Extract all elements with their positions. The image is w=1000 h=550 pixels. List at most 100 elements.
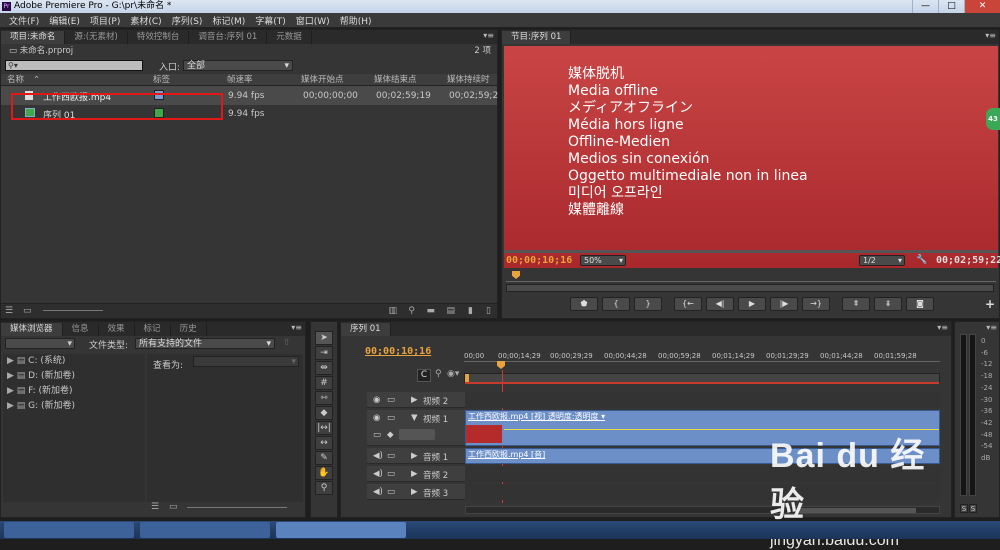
list-item[interactable]: ▶ ▤ C: (系统) — [3, 354, 145, 369]
slip-tool-icon[interactable]: |↔| — [315, 421, 333, 435]
playhead-icon[interactable] — [512, 271, 520, 279]
track-header-video2[interactable]: ◉ ▭ ▶ 视频 2 — [367, 392, 465, 408]
track-header-video1[interactable]: ◉ ▭ ▼ 视频 1 ▭ ◆ — [367, 410, 465, 446]
tab-audio-mixer[interactable]: 调音台:序列 01 — [189, 31, 268, 44]
mark-out-button[interactable]: } — [634, 297, 662, 311]
set-marker-icon[interactable]: ⚲ — [435, 369, 442, 379]
monitor-zoom-bar[interactable] — [506, 284, 994, 292]
tab-sequence[interactable]: 序列 01 — [341, 323, 391, 336]
list-item[interactable]: ▶ ▤ F: (新加卷) — [3, 384, 145, 399]
menu-file[interactable]: 文件(F) — [4, 14, 44, 27]
col-end[interactable]: 媒体结束点 — [374, 74, 417, 86]
col-name[interactable]: 名称 — [7, 74, 24, 86]
extract-button[interactable]: ⇟ — [874, 297, 902, 311]
clear-icon[interactable]: ▮ — [468, 306, 473, 316]
mark-in-button[interactable]: { — [602, 297, 630, 311]
new-bin-icon[interactable]: ▬ — [426, 306, 435, 316]
taskbar-item[interactable] — [276, 522, 406, 538]
zoom-slider[interactable] — [187, 507, 287, 508]
tab-program[interactable]: 节目:序列 01 — [502, 31, 572, 44]
speaker-icon[interactable]: ◀) — [373, 451, 383, 461]
display-style-icon[interactable]: ▭ — [373, 430, 381, 440]
marker-dropdown-icon[interactable]: ◉▾ — [447, 369, 459, 379]
zoom-slider[interactable] — [43, 305, 103, 315]
selection-tool-icon[interactable]: ➤ — [315, 331, 333, 345]
col-fps[interactable]: 帧速率 — [227, 74, 253, 86]
eye-icon[interactable]: ◉ — [373, 395, 380, 405]
taskbar-item[interactable] — [4, 522, 134, 538]
expand-arrow-icon[interactable]: ▶ — [411, 487, 418, 497]
zoom-tool-icon[interactable]: ⚲ — [315, 481, 333, 495]
icon-view-icon[interactable]: ▭ — [169, 502, 178, 512]
rate-stretch-tool-icon[interactable]: ⇿ — [315, 391, 333, 405]
playhead-icon[interactable] — [497, 361, 505, 369]
slide-tool-icon[interactable]: ↔ — [315, 436, 333, 450]
lift-button[interactable]: ⇞ — [842, 297, 870, 311]
tab-effects[interactable]: 效果 — [99, 323, 135, 336]
path-dropdown[interactable]: ▾ — [5, 338, 75, 349]
icon-view-icon[interactable]: ▭ — [23, 306, 32, 316]
ripple-edit-tool-icon[interactable]: ⇹ — [315, 361, 333, 375]
tab-info[interactable]: 信息 — [63, 323, 99, 336]
track-select-tool-icon[interactable]: ⇥ — [315, 346, 333, 360]
expand-arrow-icon[interactable]: ▶ — [7, 371, 17, 381]
menu-help[interactable]: 帮助(H) — [335, 14, 377, 27]
razor-tool-icon[interactable]: ◆ — [315, 406, 333, 420]
list-item[interactable]: ▶ ▤ G: (新加卷) — [3, 399, 145, 414]
collapse-arrow-icon[interactable]: ▼ — [411, 413, 418, 423]
lock-icon[interactable]: ▭ — [387, 487, 395, 497]
tab-media-browser[interactable]: 媒体浏览器 — [1, 323, 63, 336]
new-item-icon[interactable]: ▤ — [446, 306, 455, 316]
tab-source[interactable]: 源:(无素材) — [65, 31, 128, 44]
camera-icon[interactable]: ◙ — [906, 297, 934, 311]
list-view-icon[interactable]: ☰ — [5, 306, 13, 316]
col-start[interactable]: 媒体开始点 — [301, 74, 344, 86]
monitor-ruler[interactable] — [506, 271, 996, 283]
close-button[interactable]: ✕ — [964, 0, 1000, 13]
taskbar-item[interactable] — [140, 522, 270, 538]
current-timecode[interactable]: 00;00;10;16 — [506, 255, 572, 266]
menu-sequence[interactable]: 序列(S) — [167, 14, 208, 27]
tab-history[interactable]: 历史 — [171, 323, 207, 336]
track-header-audio1[interactable]: ◀) ▭ ▶ 音频 1 — [367, 448, 465, 464]
work-area-bar[interactable] — [464, 373, 940, 384]
side-badge[interactable]: 43 — [986, 108, 1000, 130]
resolution-dropdown[interactable]: 1/2 ▾ — [859, 255, 905, 266]
panel-menu-icon[interactable]: ▾≡ — [937, 323, 948, 332]
speaker-icon[interactable]: ◀) — [373, 487, 383, 497]
marker-button[interactable]: ⬟ — [570, 297, 598, 311]
tab-markers[interactable]: 标记 — [135, 323, 171, 336]
solo-left-button[interactable]: S — [960, 504, 968, 513]
tab-effect-controls[interactable]: 特效控制台 — [128, 31, 190, 44]
snap-icon[interactable]: C — [417, 369, 431, 382]
col-label[interactable]: 标签 — [153, 74, 170, 86]
automate-icon[interactable]: ▥ — [388, 306, 397, 316]
expand-arrow-icon[interactable]: ▶ — [7, 401, 17, 411]
lock-icon[interactable]: ▭ — [387, 413, 395, 423]
file-type-dropdown[interactable]: 所有支持的文件 ▾ — [135, 338, 275, 349]
tab-metadata[interactable]: 元数据 — [267, 31, 312, 44]
pen-tool-icon[interactable]: ✎ — [315, 451, 333, 465]
menu-project[interactable]: 项目(P) — [85, 14, 125, 27]
go-to-in-button[interactable]: {← — [674, 297, 702, 311]
lock-icon[interactable]: ▭ — [387, 395, 395, 405]
track-header-audio3[interactable]: ◀) ▭ ▶ 音频 3 — [367, 484, 465, 500]
expand-arrow-icon[interactable]: ▶ — [7, 356, 17, 366]
keyframe-icon[interactable]: ◆ — [387, 430, 394, 440]
keyframe-nav[interactable] — [399, 429, 435, 440]
view-as-dropdown[interactable]: ▾ — [193, 356, 299, 367]
find-icon[interactable]: ⚲ — [408, 306, 415, 316]
panel-menu-icon[interactable]: ▾≡ — [483, 31, 494, 40]
video-display[interactable]: 媒体脱机 Media offline メディアオフライン Média hors … — [504, 46, 998, 268]
panel-menu-icon[interactable]: ▾≡ — [291, 323, 302, 332]
lock-icon[interactable]: ▭ — [387, 469, 395, 479]
panel-menu-icon[interactable]: ▾≡ — [985, 31, 996, 40]
track-header-audio2[interactable]: ◀) ▭ ▶ 音频 2 — [367, 466, 465, 482]
search-input[interactable]: ⚲▾ — [5, 60, 143, 71]
list-item[interactable]: ▶ ▤ D: (新加卷) — [3, 369, 145, 384]
expand-arrow-icon[interactable]: ▶ — [411, 395, 418, 405]
expand-arrow-icon[interactable]: ▶ — [7, 386, 17, 396]
expand-arrow-icon[interactable]: ▶ — [411, 469, 418, 479]
maximize-button[interactable]: □ — [938, 0, 964, 13]
tab-project[interactable]: 项目:未命名 — [1, 31, 66, 44]
